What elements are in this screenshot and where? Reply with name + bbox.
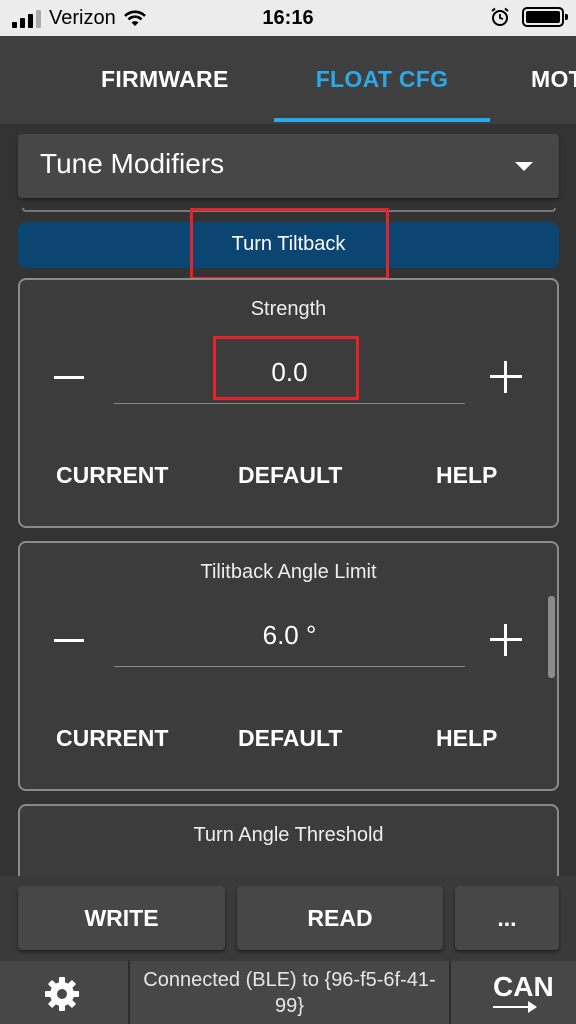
gear-icon[interactable] (42, 974, 82, 1014)
tab-bar: FIRMWARE FLOAT CFG MOT (0, 36, 576, 124)
default-button[interactable]: DEFAULT (238, 462, 342, 489)
can-button[interactable]: CAN (493, 971, 554, 1003)
write-button[interactable]: WRITE (18, 886, 225, 950)
current-button[interactable]: CURRENT (56, 725, 168, 752)
param-title: Tilitback Angle Limit (200, 561, 377, 583)
highlight-box (190, 208, 389, 280)
param-card-angle-limit: Tilitback Angle Limit 6.0 ° CURRENT DEFA… (18, 541, 559, 791)
param-title: Strength (250, 298, 327, 320)
status-bar: Verizon 16:16 (0, 0, 576, 36)
help-button[interactable]: HELP (436, 725, 497, 752)
scrollbar[interactable] (548, 596, 555, 678)
more-button[interactable]: ... (455, 886, 559, 950)
config-content: Tune Modifiers Turn Tiltback Strength 0.… (0, 124, 576, 894)
action-bar: WRITE READ ... (0, 876, 576, 961)
param-value-field[interactable]: 6.0 ° (114, 615, 465, 667)
param-title: Turn Angle Threshold (193, 824, 384, 846)
arrow-right-icon (493, 1001, 537, 1013)
alarm-icon (491, 7, 509, 26)
active-tab-indicator (274, 118, 490, 122)
minus-icon (54, 376, 84, 379)
decrement-button[interactable] (54, 615, 84, 642)
tab-mot[interactable]: MOT (531, 36, 576, 124)
minus-icon (54, 639, 84, 642)
divider (449, 961, 451, 1024)
highlight-box (213, 336, 359, 400)
increment-button[interactable] (490, 624, 522, 656)
footer-bar: Connected (BLE) to {96-f5-6f-41-99} CAN (0, 961, 576, 1024)
tab-float-cfg-label: FLOAT CFG (315, 66, 449, 92)
increment-button[interactable] (490, 361, 522, 393)
status-right (490, 7, 568, 27)
param-card-strength: Strength 0.0 CURRENT DEFAULT HELP (18, 278, 559, 528)
decrement-button[interactable] (54, 352, 84, 379)
tab-firmware[interactable]: FIRMWARE (101, 36, 229, 124)
read-button[interactable]: READ (237, 886, 443, 950)
battery-icon (522, 7, 568, 27)
dropdown-selected-value: Tune Modifiers (40, 148, 225, 179)
connection-status: Connected (BLE) to {96-f5-6f-41-99} (143, 969, 436, 1017)
dropdown-arrow-icon (515, 162, 533, 171)
current-button[interactable]: CURRENT (56, 462, 168, 489)
category-dropdown[interactable]: Tune Modifiers (18, 134, 559, 198)
default-button[interactable]: DEFAULT (238, 725, 342, 752)
tab-float-cfg[interactable]: FLOAT CFG (274, 36, 490, 124)
help-button[interactable]: HELP (436, 462, 497, 489)
